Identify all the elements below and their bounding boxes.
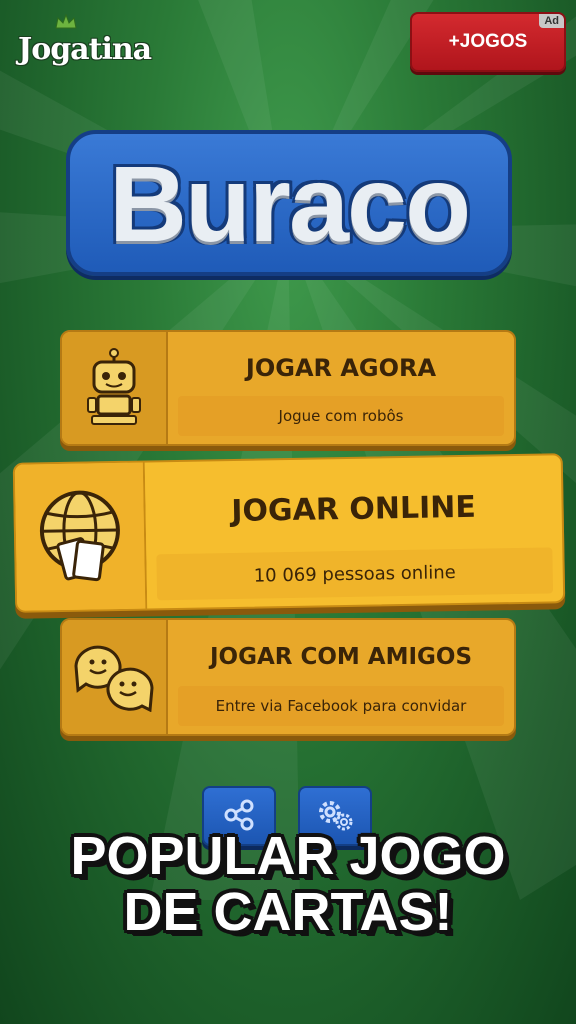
ad-badge: Ad bbox=[539, 14, 564, 28]
jogatina-logo: Jogatina bbox=[18, 14, 152, 72]
promo-line-2: DE CARTAS! bbox=[123, 882, 453, 942]
title-text: Buraco bbox=[108, 142, 471, 264]
more-games-label: +JOGOS bbox=[448, 31, 528, 52]
play-online-button[interactable]: JOGAR ONLINE 10 069 pessoas online bbox=[12, 453, 566, 613]
crown-icon bbox=[55, 14, 77, 29]
play-now-button[interactable]: JOGAR AGORA Jogue com robôs bbox=[60, 330, 516, 446]
globe-cards-icon bbox=[14, 462, 148, 611]
play-online-subtitle: 10 069 pessoas online bbox=[156, 547, 554, 601]
play-with-friends-subtitle: Entre via Facebook para convidar bbox=[178, 686, 504, 726]
play-online-label: JOGAR ONLINE bbox=[231, 489, 477, 529]
more-games-button[interactable]: +JOGOS Ad bbox=[410, 12, 566, 72]
play-with-friends-button[interactable]: JOGAR COM AMIGOS Entre via Facebook para… bbox=[60, 618, 516, 736]
game-title: Buraco bbox=[66, 130, 512, 280]
chat-faces-icon bbox=[62, 620, 168, 734]
play-now-subtitle: Jogue com robôs bbox=[178, 396, 504, 436]
play-now-label: JOGAR AGORA bbox=[245, 354, 437, 382]
play-with-friends-label: JOGAR COM AMIGOS bbox=[209, 644, 473, 670]
promo-banner: POPULAR JOGO DE CARTAS! bbox=[0, 828, 576, 940]
promo-line-1: POPULAR JOGO bbox=[70, 826, 506, 886]
robot-icon bbox=[62, 332, 168, 444]
logo-text: Jogatina bbox=[18, 32, 152, 67]
